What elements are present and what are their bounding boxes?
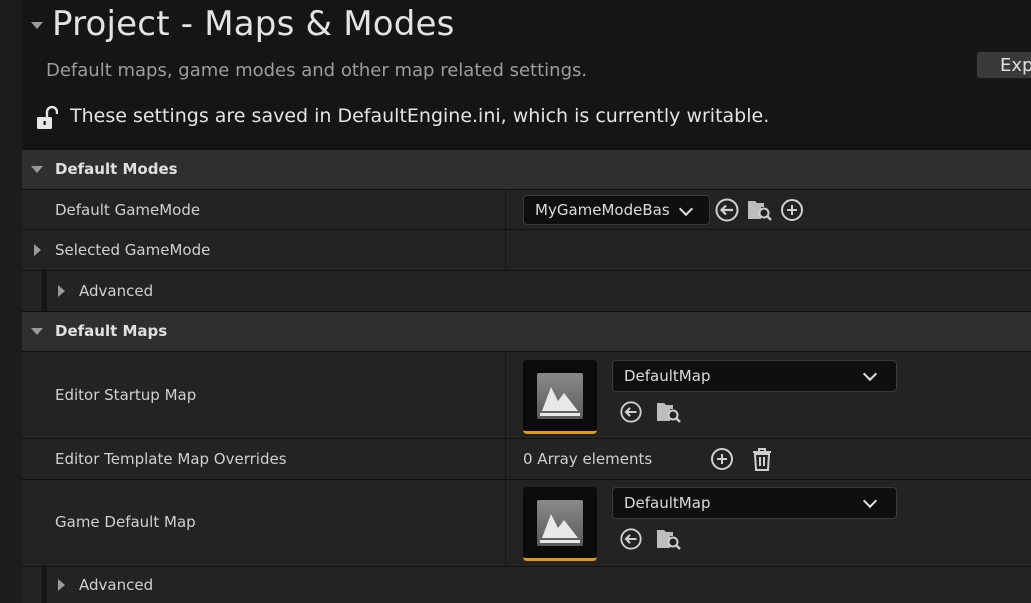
chevron-down-icon xyxy=(678,201,694,217)
saved-notice: These settings are saved in DefaultEngin… xyxy=(70,105,770,127)
property-editor-startup-map: Editor Startup Map DefaultMap xyxy=(22,352,1031,439)
page-title: Project - Maps & Modes xyxy=(52,4,455,44)
category-default-modes[interactable]: Default Modes xyxy=(22,150,1031,190)
property-label: Game Default Map xyxy=(55,513,196,531)
property-editor-template-overrides: Editor Template Map Overrides 0 Array el… xyxy=(22,439,1031,480)
page-subtitle: Default maps, game modes and other map r… xyxy=(46,60,588,81)
expand-arrow-icon[interactable] xyxy=(34,244,41,256)
use-selected-arrow-icon[interactable] xyxy=(619,400,643,424)
indent-guide xyxy=(42,567,47,603)
browse-asset-icon[interactable] xyxy=(656,527,682,551)
column-splitter[interactable] xyxy=(505,190,506,229)
add-icon[interactable] xyxy=(710,447,734,471)
property-selected-gamemode[interactable]: Selected GameMode xyxy=(22,230,1031,271)
category-default-maps[interactable]: Default Maps xyxy=(22,312,1031,352)
combo-value: DefaultMap xyxy=(624,367,711,385)
map-combo[interactable]: DefaultMap xyxy=(612,360,897,392)
array-count: 0 Array elements xyxy=(523,450,653,468)
map-combo[interactable]: DefaultMap xyxy=(612,487,897,519)
use-selected-arrow-icon[interactable] xyxy=(714,197,740,223)
left-gutter xyxy=(0,0,22,603)
property-default-gamemode: Default GameMode MyGameModeBase xyxy=(22,190,1031,230)
chevron-down-icon xyxy=(862,493,878,509)
advanced-label: Advanced xyxy=(79,282,154,300)
combo-value: MyGameModeBase xyxy=(535,201,670,219)
category-label: Default Modes xyxy=(55,160,178,178)
browse-asset-icon[interactable] xyxy=(747,198,773,222)
property-label: Editor Template Map Overrides xyxy=(55,450,287,468)
use-selected-arrow-icon[interactable] xyxy=(619,527,643,551)
map-thumbnail[interactable] xyxy=(523,360,597,434)
column-splitter[interactable] xyxy=(505,352,506,438)
expand-arrow-icon[interactable] xyxy=(58,579,65,591)
property-game-default-map: Game Default Map DefaultMap xyxy=(22,480,1031,567)
delete-icon[interactable] xyxy=(750,446,774,472)
category-label: Default Maps xyxy=(55,322,168,340)
combo-value: DefaultMap xyxy=(624,494,711,512)
export-button[interactable]: Exp xyxy=(976,51,1031,79)
column-splitter[interactable] xyxy=(505,439,506,479)
column-splitter[interactable] xyxy=(505,230,506,270)
property-label: Default GameMode xyxy=(55,201,201,219)
collapse-arrow-icon[interactable] xyxy=(31,22,43,29)
property-label: Selected GameMode xyxy=(55,241,211,259)
column-splitter[interactable] xyxy=(505,480,506,566)
chevron-down-icon xyxy=(862,366,878,382)
advanced-group-modes[interactable]: Advanced xyxy=(22,271,1031,312)
gamemode-combo[interactable]: MyGameModeBase xyxy=(523,195,710,225)
indent-guide xyxy=(42,271,47,311)
map-thumbnail-icon xyxy=(537,500,583,546)
expand-arrow-icon[interactable] xyxy=(31,328,43,335)
expand-arrow-icon[interactable] xyxy=(58,285,65,297)
add-icon[interactable] xyxy=(780,198,804,222)
map-thumbnail[interactable] xyxy=(523,487,597,561)
property-label: Editor Startup Map xyxy=(55,386,197,404)
expand-arrow-icon[interactable] xyxy=(31,166,43,173)
settings-header: Project - Maps & Modes Default maps, gam… xyxy=(22,0,1031,150)
browse-asset-icon[interactable] xyxy=(656,400,682,424)
unlock-icon xyxy=(37,106,58,129)
advanced-group-maps[interactable]: Advanced xyxy=(22,567,1031,603)
map-thumbnail-icon xyxy=(537,373,583,419)
advanced-label: Advanced xyxy=(79,576,154,594)
